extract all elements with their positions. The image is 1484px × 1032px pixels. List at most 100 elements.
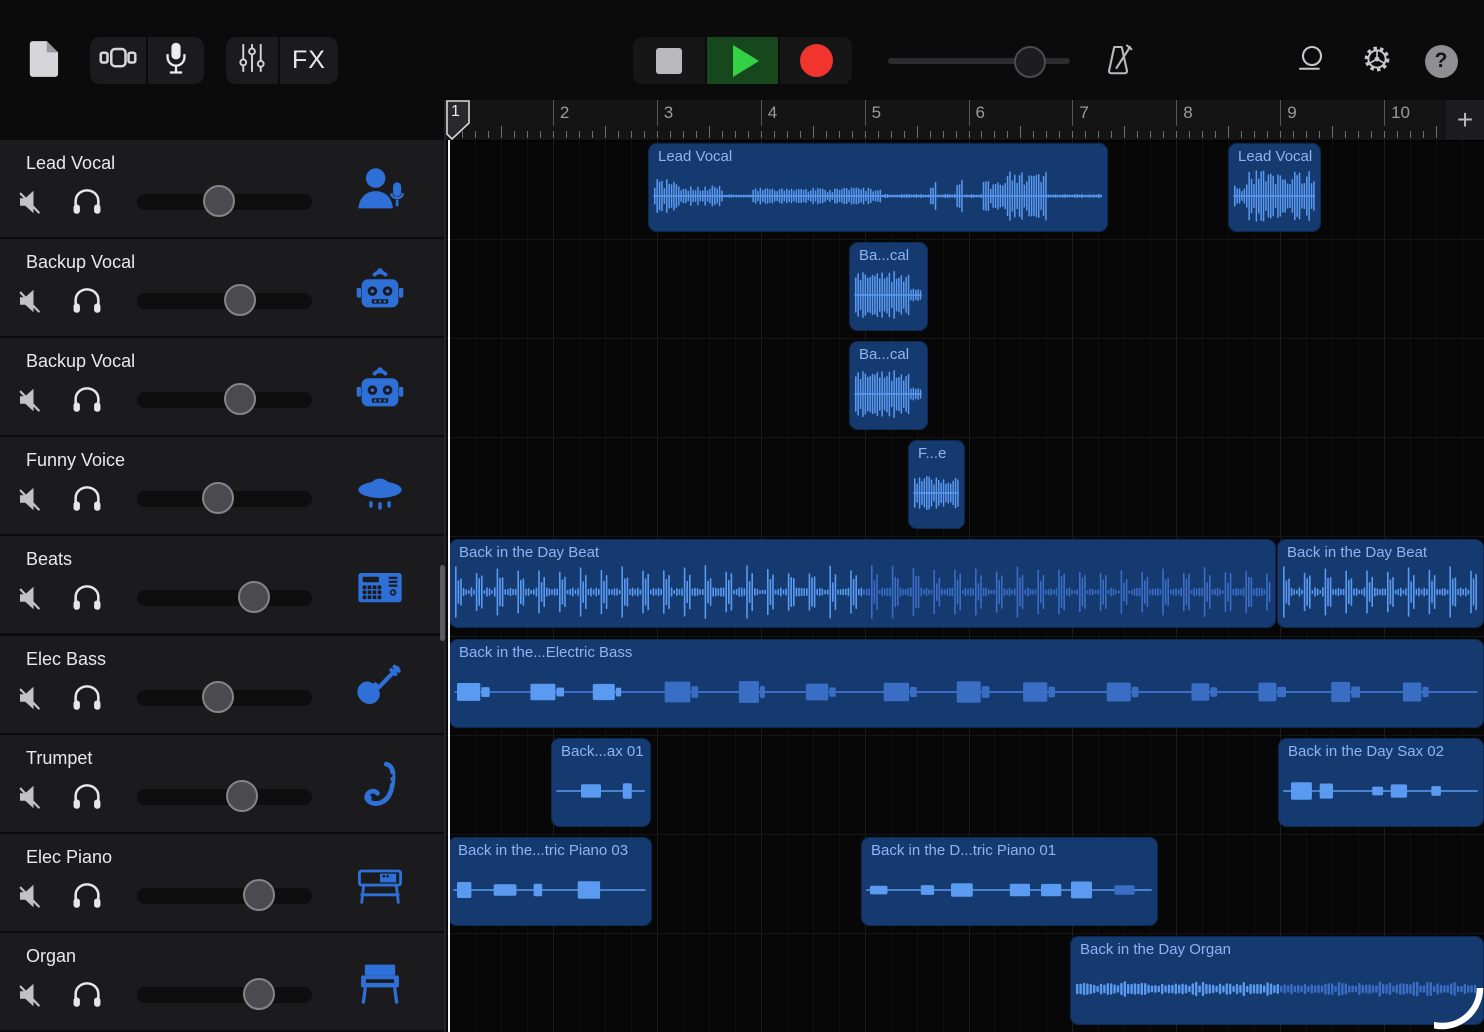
- saxophone-instrument-button[interactable]: [352, 757, 408, 813]
- headphones-button[interactable]: [70, 184, 106, 220]
- headphones-button[interactable]: [70, 481, 106, 517]
- fx-button[interactable]: FX: [280, 37, 338, 84]
- track-volume-knob[interactable]: [224, 383, 256, 415]
- bar-number: 1: [451, 103, 460, 121]
- stop-icon: [656, 48, 682, 74]
- audio-region[interactable]: Back in the Day Sax 02: [1278, 738, 1484, 827]
- track-volume-knob[interactable]: [243, 978, 275, 1010]
- audio-region[interactable]: Ba...cal: [849, 341, 928, 430]
- audio-region[interactable]: Back in the...tric Piano 03: [448, 837, 652, 926]
- track-volume-slider[interactable]: [137, 789, 312, 805]
- region-label: Ba...cal: [859, 346, 909, 363]
- track-volume-knob[interactable]: [226, 780, 258, 812]
- audio-region[interactable]: Lead Vocal: [648, 143, 1108, 232]
- view-mic-group: [90, 37, 204, 84]
- microphone-icon: [163, 41, 189, 80]
- mute-button[interactable]: [14, 481, 50, 517]
- bar-ruler[interactable]: 12345678910+: [446, 100, 1484, 141]
- mute-button[interactable]: [14, 184, 50, 220]
- mute-button[interactable]: [14, 680, 50, 716]
- track-header[interactable]: Elec Piano: [0, 834, 444, 933]
- track-header[interactable]: Beats: [0, 536, 444, 635]
- bar-number: 4: [768, 103, 777, 123]
- bass-guitar-instrument-button[interactable]: [352, 658, 408, 714]
- headphones-icon: [70, 701, 104, 718]
- mute-button[interactable]: [14, 878, 50, 914]
- slider-knob[interactable]: [1014, 46, 1046, 78]
- headphones-icon: [70, 800, 104, 817]
- play-button[interactable]: [707, 37, 778, 84]
- headphones-button[interactable]: [70, 977, 106, 1013]
- track-volume-slider[interactable]: [137, 987, 312, 1003]
- vertical-scrollbar-thumb[interactable]: [440, 565, 445, 641]
- track-name: Lead Vocal: [26, 153, 115, 174]
- headphones-button[interactable]: [70, 779, 106, 815]
- loop-browser-button[interactable]: [1292, 42, 1332, 80]
- track-volume-knob[interactable]: [202, 482, 234, 514]
- waveform: [853, 363, 924, 425]
- stop-button[interactable]: [633, 37, 705, 84]
- audio-region[interactable]: F...e: [908, 440, 965, 529]
- region-label: F...e: [918, 445, 946, 462]
- audio-region[interactable]: Back in the Day Beat: [449, 539, 1276, 628]
- track-header[interactable]: Organ: [0, 933, 444, 1032]
- master-volume-slider[interactable]: [888, 46, 1070, 76]
- track-volume-slider[interactable]: [137, 293, 312, 309]
- mute-button[interactable]: [14, 779, 50, 815]
- audio-region[interactable]: Ba...cal: [849, 242, 928, 331]
- electric-piano-instrument-button[interactable]: [352, 856, 408, 912]
- playhead-line[interactable]: [448, 140, 450, 1032]
- track-volume-knob[interactable]: [238, 581, 270, 613]
- waveform: [453, 561, 1272, 623]
- robot-instrument-button[interactable]: [352, 360, 408, 416]
- track-header[interactable]: Lead Vocal: [0, 140, 444, 239]
- robot-instrument-button[interactable]: [352, 261, 408, 317]
- track-volume-slider[interactable]: [137, 392, 312, 408]
- mute-button[interactable]: [14, 977, 50, 1013]
- record-button[interactable]: [780, 37, 852, 84]
- track-view-button[interactable]: [90, 37, 146, 84]
- audio-region[interactable]: Back in the Day Beat: [1277, 539, 1484, 628]
- mute-button[interactable]: [14, 382, 50, 418]
- ufo-instrument-button[interactable]: [352, 459, 408, 515]
- track-volume-slider[interactable]: [137, 888, 312, 904]
- playhead-handle[interactable]: 1: [446, 100, 470, 140]
- audio-region[interactable]: Lead Vocal: [1228, 143, 1321, 232]
- track-header[interactable]: Backup Vocal: [0, 239, 444, 338]
- track-header[interactable]: Trumpet: [0, 735, 444, 834]
- headphones-button[interactable]: [70, 382, 106, 418]
- microphone-button[interactable]: [148, 37, 204, 84]
- headphones-button[interactable]: [70, 283, 106, 319]
- arrangement-area[interactable]: Lead Vocal Lead Vocal Ba...cal Ba...cal F...…: [446, 140, 1484, 1032]
- headphones-button[interactable]: [70, 680, 106, 716]
- track-volume-slider[interactable]: [137, 194, 312, 210]
- headphones-button[interactable]: [70, 878, 106, 914]
- headphones-button[interactable]: [70, 580, 106, 616]
- track-header[interactable]: Elec Bass: [0, 636, 444, 735]
- track-volume-slider[interactable]: [137, 590, 312, 606]
- mute-button[interactable]: [14, 580, 50, 616]
- audio-region[interactable]: Back in the...Electric Bass: [449, 639, 1484, 728]
- help-button[interactable]: ?: [1424, 44, 1458, 78]
- track-volume-knob[interactable]: [203, 185, 235, 217]
- audio-region[interactable]: Back in the Day Organ: [1070, 936, 1484, 1025]
- track-header[interactable]: Backup Vocal: [0, 338, 444, 437]
- singer-instrument-button[interactable]: [352, 162, 408, 218]
- my-songs-button[interactable]: [24, 42, 62, 80]
- bar-number: 8: [1183, 103, 1192, 123]
- organ-instrument-button[interactable]: [352, 955, 408, 1011]
- track-volume-knob[interactable]: [243, 879, 275, 911]
- add-bars-button[interactable]: +: [1446, 100, 1484, 140]
- track-volume-knob[interactable]: [202, 681, 234, 713]
- mute-button[interactable]: [14, 283, 50, 319]
- audio-region[interactable]: Back in the D...tric Piano 01: [861, 837, 1158, 926]
- track-header[interactable]: Funny Voice: [0, 437, 444, 536]
- settings-button[interactable]: [1357, 42, 1397, 80]
- drum-machine-instrument-button[interactable]: [352, 558, 408, 614]
- metronome-button[interactable]: [1098, 42, 1138, 80]
- track-controls-button[interactable]: [226, 37, 278, 84]
- track-volume-knob[interactable]: [224, 284, 256, 316]
- audio-region[interactable]: Back...ax 01: [551, 738, 651, 827]
- track-volume-slider[interactable]: [137, 491, 312, 507]
- track-volume-slider[interactable]: [137, 690, 312, 706]
